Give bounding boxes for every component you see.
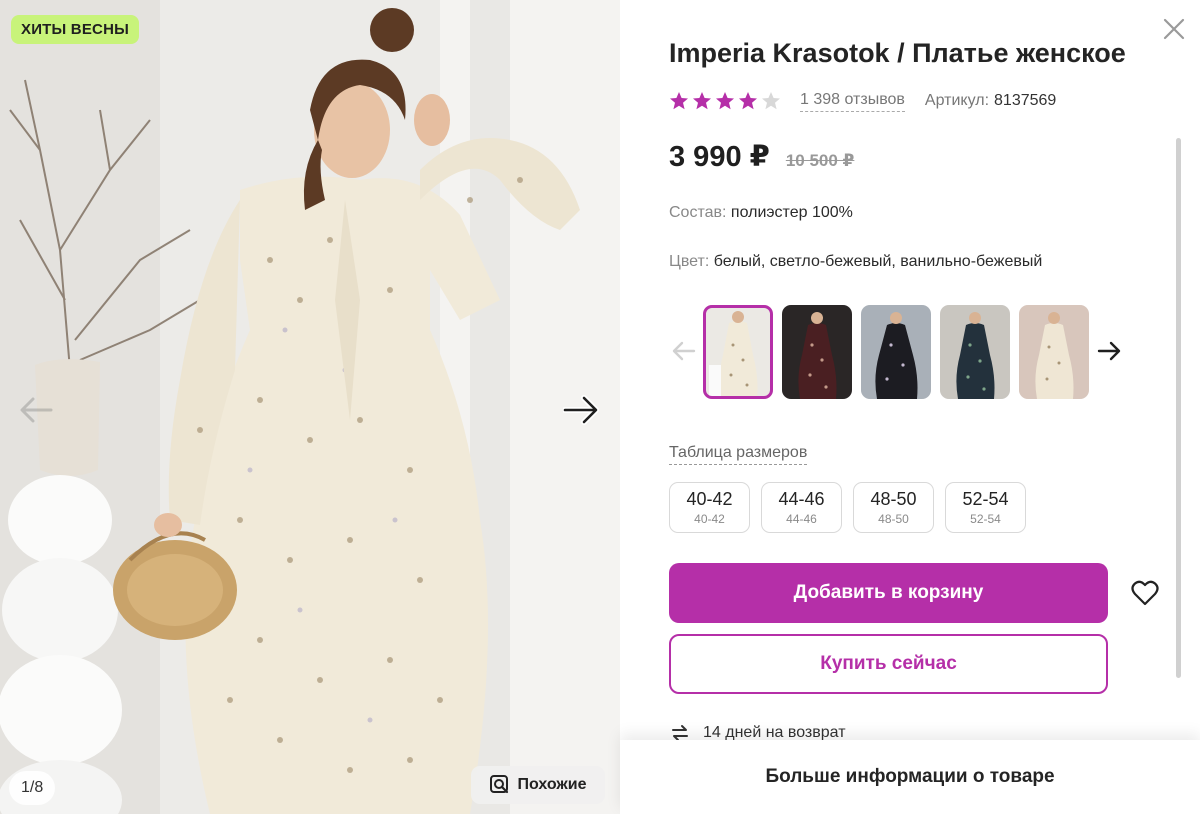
arrow-left-icon (672, 341, 696, 361)
size-eu: 44-46 (786, 512, 817, 526)
photo-next-button[interactable] (559, 388, 603, 432)
size-option[interactable]: 44-46 44-46 (761, 482, 842, 533)
size-ru: 44-46 (778, 489, 825, 509)
promo-badge: ХИТЫ ВЕСНЫ (11, 15, 139, 44)
product-photo-panel[interactable]: ХИТЫ ВЕСНЫ 1/8 Похожие (0, 0, 620, 814)
color-variant-thumb[interactable] (861, 305, 931, 399)
composition-value: полиэстер 100% (730, 204, 853, 221)
variant-image (703, 305, 773, 399)
photo-prev-button[interactable] (14, 388, 58, 432)
variants-prev-button[interactable] (669, 336, 699, 366)
product-title: Imperia Krasotok / Платье женское (669, 38, 1126, 68)
color-variant-thumb[interactable] (782, 305, 852, 399)
size-option[interactable]: 52-54 52-54 (945, 482, 1026, 533)
size-ru: 52-54 (962, 489, 1009, 509)
product-info-panel: Imperia Krasotok / Платье женское 1 398 … (620, 0, 1200, 814)
composition-label: Состав: (669, 204, 727, 221)
size-ru: 48-50 (870, 489, 917, 509)
price-row: 3 990 ₽ 10 500 ₽ (669, 139, 854, 174)
old-price: 10 500 ₽ (785, 151, 855, 170)
rating-stars (669, 91, 781, 111)
size-options: 40-42 40-42 44-46 44-46 48-50 48-50 52-5… (669, 482, 1026, 533)
current-price: 3 990 ₽ (669, 141, 770, 173)
size-option[interactable]: 48-50 48-50 (853, 482, 934, 533)
size-table-link[interactable]: Таблица размеров (669, 444, 808, 465)
reviews-link[interactable]: 1 398 отзывов (800, 91, 905, 112)
close-icon (1163, 18, 1185, 40)
size-eu: 48-50 (878, 512, 909, 526)
arrow-left-icon (20, 397, 53, 423)
star-filled-icon (716, 92, 734, 110)
color-value: белый, светло-бежевый, ванильно-бежевый (713, 253, 1043, 270)
add-to-cart-button[interactable]: Добавить в корзину (669, 563, 1108, 623)
favorite-button[interactable] (1125, 573, 1165, 613)
color-row: Цвет: белый, светло-бежевый, ванильно-бе… (669, 253, 1042, 271)
size-option[interactable]: 40-42 40-42 (669, 482, 750, 533)
arrow-right-icon (563, 395, 599, 425)
star-filled-icon (739, 92, 757, 110)
color-variant-thumb[interactable] (940, 305, 1010, 399)
variants-next-button[interactable] (1094, 336, 1124, 366)
similar-search-icon (490, 775, 509, 794)
size-ru: 40-42 (686, 489, 733, 509)
product-photo (0, 0, 620, 814)
color-label: Цвет: (669, 253, 710, 270)
color-variant-thumb[interactable] (703, 305, 773, 399)
article-label: Артикул: (924, 92, 990, 109)
more-info-button[interactable]: Больше информации о товаре (620, 740, 1200, 814)
size-eu: 52-54 (970, 512, 1001, 526)
star-empty-icon (762, 92, 780, 110)
rating-row: 1 398 отзывов Артикул: 8137569 (669, 88, 1056, 114)
similar-button-label: Похожие (517, 776, 587, 793)
similar-button[interactable]: Похожие (471, 766, 605, 804)
variant-image (1019, 305, 1089, 399)
article-value: 8137569 (994, 92, 1057, 109)
buy-now-button[interactable]: Купить сейчас (669, 634, 1108, 694)
variant-image (782, 305, 852, 399)
color-variant-thumb[interactable] (1019, 305, 1089, 399)
arrow-right-icon (1097, 341, 1121, 361)
close-button[interactable] (1160, 15, 1188, 43)
variant-image (940, 305, 1010, 399)
star-filled-icon (670, 92, 688, 110)
scrollbar[interactable] (1176, 138, 1181, 678)
variant-image (861, 305, 931, 399)
composition-row: Состав: полиэстер 100% (669, 204, 853, 222)
star-filled-icon (693, 92, 711, 110)
size-eu: 40-42 (694, 512, 725, 526)
photo-counter: 1/8 (9, 771, 56, 805)
color-variants (669, 305, 1129, 399)
heart-icon (1131, 580, 1159, 606)
